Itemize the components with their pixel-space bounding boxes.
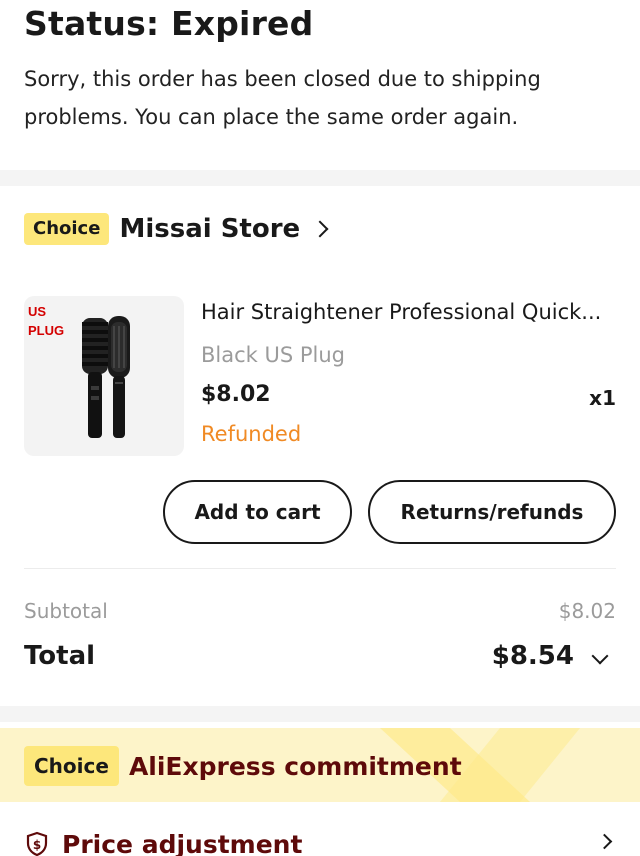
product-title[interactable]: Hair Straightener Professional Quick... xyxy=(201,300,621,324)
total-value[interactable]: $8.54 xyxy=(492,641,574,671)
chevron-right-icon xyxy=(596,833,613,850)
dollar-shield-icon: $ xyxy=(26,831,48,856)
commitment-card: Choice AliExpress commitment $ Price adj… xyxy=(0,722,640,856)
product-quantity: x1 xyxy=(589,386,616,410)
store-link[interactable]: Choice Missai Store xyxy=(24,213,329,245)
order-card: Choice Missai Store US PLUG Hair Straigh… xyxy=(0,186,640,706)
commitment-banner: Choice AliExpress commitment xyxy=(0,728,640,802)
total-label: Total xyxy=(24,641,96,671)
commitment-title: AliExpress commitment xyxy=(128,751,462,781)
status-message: Sorry, this order has been closed due to… xyxy=(24,67,541,129)
product-variant: Black US Plug xyxy=(201,343,346,367)
choice-badge: Choice xyxy=(24,213,110,245)
price-adjustment-row[interactable]: $ Price adjustment xyxy=(24,824,616,856)
status-title: Status: Expired xyxy=(24,4,314,43)
chevron-right-icon xyxy=(311,220,329,238)
store-name: Missai Store xyxy=(119,214,301,244)
choice-badge: Choice xyxy=(24,746,119,786)
product-price: $8.02 xyxy=(201,382,271,407)
hair-straightener-brush-icon xyxy=(82,316,130,438)
status-card: Status: Expired Sorry, this order has be… xyxy=(0,0,640,170)
chevron-down-icon[interactable] xyxy=(591,647,609,665)
refund-status: Refunded xyxy=(201,422,302,446)
svg-text:$: $ xyxy=(33,838,41,852)
returns-refunds-button[interactable]: Returns/refunds xyxy=(368,480,616,544)
add-to-cart-button[interactable]: Add to cart xyxy=(163,480,352,544)
subtotal-label: Subtotal xyxy=(24,599,108,623)
subtotal-value: $8.02 xyxy=(558,599,616,623)
commitment-heading: Choice AliExpress commitment xyxy=(24,746,462,786)
price-adjustment-label: Price adjustment xyxy=(62,829,303,856)
divider xyxy=(24,568,616,569)
product-image[interactable]: US PLUG xyxy=(24,296,184,456)
